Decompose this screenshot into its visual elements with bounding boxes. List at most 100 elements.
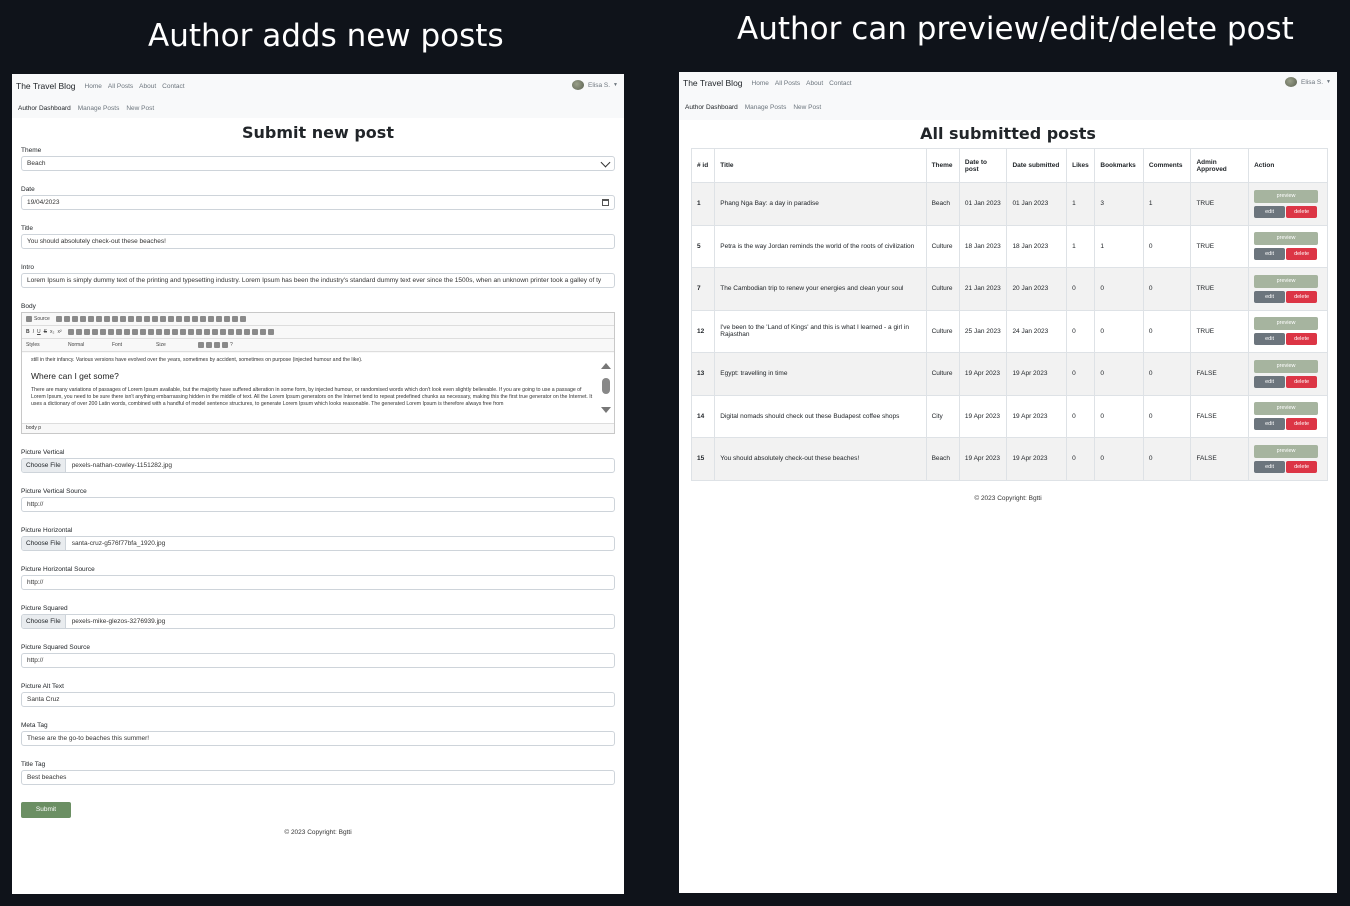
nav-home[interactable]: Home <box>85 83 102 90</box>
nav-about[interactable]: About <box>139 83 156 90</box>
italic-button[interactable]: I <box>33 329 34 335</box>
radio-icon[interactable] <box>191 316 198 322</box>
date-input[interactable]: 19/04/2023 <box>21 195 615 210</box>
edit-button[interactable]: edit <box>1254 248 1286 261</box>
size-dropdown[interactable]: Size <box>156 342 192 348</box>
special-char-icon[interactable] <box>251 329 258 335</box>
table-icon[interactable] <box>227 329 234 335</box>
form-icon[interactable] <box>175 316 182 322</box>
bold-button[interactable]: B <box>26 329 30 335</box>
format-dropdown[interactable]: Normal <box>68 342 106 348</box>
checkbox-icon[interactable] <box>183 316 190 322</box>
replace-icon[interactable] <box>151 316 158 322</box>
scroll-down-icon[interactable] <box>601 407 611 413</box>
choose-file-button[interactable]: Choose File <box>22 537 66 550</box>
preview-icon[interactable] <box>71 316 78 322</box>
choose-file-button[interactable]: Choose File <box>22 615 66 628</box>
delete-button[interactable]: delete <box>1286 375 1318 388</box>
delete-button[interactable]: delete <box>1286 248 1318 261</box>
button-icon[interactable] <box>223 316 230 322</box>
subnav-author-dashboard[interactable]: Author Dashboard <box>685 104 738 111</box>
meta-tag-input[interactable]: These are the go-to beaches this summer! <box>21 731 615 746</box>
delete-button[interactable]: delete <box>1286 333 1318 346</box>
scroll-up-icon[interactable] <box>601 363 611 369</box>
styles-dropdown[interactable]: Styles <box>26 342 62 348</box>
rtl-icon[interactable] <box>171 329 178 335</box>
div-icon[interactable] <box>123 329 130 335</box>
outdent-icon[interactable] <box>99 329 106 335</box>
text-color-icon[interactable] <box>198 342 204 348</box>
picture-vertical-source-input[interactable]: http:// <box>21 497 615 512</box>
preview-button[interactable]: preview <box>1254 359 1319 373</box>
strike-button[interactable]: S <box>44 329 47 335</box>
smiley-icon[interactable] <box>243 329 250 335</box>
brand-link[interactable]: The Travel Blog <box>16 81 76 91</box>
paste-word-icon[interactable] <box>119 316 126 322</box>
subnav-author-dashboard[interactable]: Author Dashboard <box>18 105 71 112</box>
remove-format-icon[interactable] <box>75 329 82 335</box>
edit-button[interactable]: edit <box>1254 418 1286 431</box>
preview-button[interactable]: preview <box>1254 317 1319 331</box>
subscript-button[interactable]: x₂ <box>50 329 54 335</box>
delete-button[interactable]: delete <box>1286 290 1318 303</box>
edit-button[interactable]: edit <box>1254 290 1286 303</box>
choose-file-button[interactable]: Choose File <box>22 459 66 472</box>
edit-button[interactable]: edit <box>1254 375 1286 388</box>
language-icon[interactable] <box>179 329 186 335</box>
picture-alt-text-input[interactable]: Santa Cruz <box>21 692 615 707</box>
new-page-icon[interactable] <box>63 316 70 322</box>
paste-icon[interactable] <box>103 316 110 322</box>
blockquote-icon[interactable] <box>115 329 122 335</box>
title-input[interactable]: You should absolutely check-out these be… <box>21 234 615 249</box>
underline-button[interactable]: U <box>37 329 41 335</box>
preview-button[interactable]: preview <box>1254 274 1319 288</box>
rich-text-editor[interactable]: Source B I U Sx₂ x² Styles Normal Font S… <box>21 312 615 434</box>
indent-icon[interactable] <box>107 329 114 335</box>
paste-text-icon[interactable] <box>111 316 118 322</box>
picture-vertical-file[interactable]: Choose File pexels-nathan-cowley-1151282.… <box>21 458 615 473</box>
unlink-icon[interactable] <box>195 329 202 335</box>
select-icon[interactable] <box>215 316 222 322</box>
picture-squared-source-input[interactable]: http:// <box>21 653 615 668</box>
nav-all-posts[interactable]: All Posts <box>108 83 133 90</box>
nav-contact[interactable]: Contact <box>162 83 184 90</box>
copy-format-icon[interactable] <box>67 329 74 335</box>
calendar-icon[interactable] <box>602 199 609 206</box>
font-dropdown[interactable]: Font <box>112 342 150 348</box>
preview-button[interactable]: preview <box>1254 189 1319 203</box>
hidden-field-icon[interactable] <box>239 316 246 322</box>
copy-icon[interactable] <box>95 316 102 322</box>
align-left-icon[interactable] <box>131 329 138 335</box>
picture-horizontal-file[interactable]: Choose File santa-cruz-g576f77bfa_1920.jp… <box>21 536 615 551</box>
subnav-manage-posts[interactable]: Manage Posts <box>78 105 120 112</box>
show-blocks-icon[interactable] <box>222 342 228 348</box>
intro-input[interactable]: Lorem Ipsum is simply dummy text of the … <box>21 273 615 288</box>
user-menu[interactable]: Elisa S. ▼ <box>572 80 618 90</box>
editor-content[interactable]: still in their infancy. Various versions… <box>22 353 614 425</box>
page-break-icon[interactable] <box>259 329 266 335</box>
undo-icon[interactable] <box>127 316 134 322</box>
delete-button[interactable]: delete <box>1286 205 1318 218</box>
edit-button[interactable]: edit <box>1254 333 1286 346</box>
textarea-icon[interactable] <box>207 316 214 322</box>
iframe-icon[interactable] <box>267 329 274 335</box>
redo-icon[interactable] <box>135 316 142 322</box>
spellcheck-icon[interactable] <box>167 316 174 322</box>
editor-scrollbar[interactable] <box>601 363 611 413</box>
maximize-icon[interactable] <box>214 342 220 348</box>
superscript-button[interactable]: x² <box>57 329 61 335</box>
preview-button[interactable]: preview <box>1254 232 1319 246</box>
bg-color-icon[interactable] <box>206 342 212 348</box>
image-icon[interactable] <box>211 329 218 335</box>
theme-select[interactable]: Beach <box>21 156 615 171</box>
numbered-list-icon[interactable] <box>83 329 90 335</box>
preview-button[interactable]: preview <box>1254 402 1319 416</box>
find-icon[interactable] <box>143 316 150 322</box>
user-menu[interactable]: Elisa S. ▼ <box>1285 77 1331 87</box>
textfield-icon[interactable] <box>199 316 206 322</box>
bullet-list-icon[interactable] <box>91 329 98 335</box>
nav-home[interactable]: Home <box>752 80 769 87</box>
submit-button[interactable]: Submit <box>21 801 71 818</box>
source-icon[interactable] <box>26 316 32 322</box>
edit-button[interactable]: edit <box>1254 460 1286 473</box>
